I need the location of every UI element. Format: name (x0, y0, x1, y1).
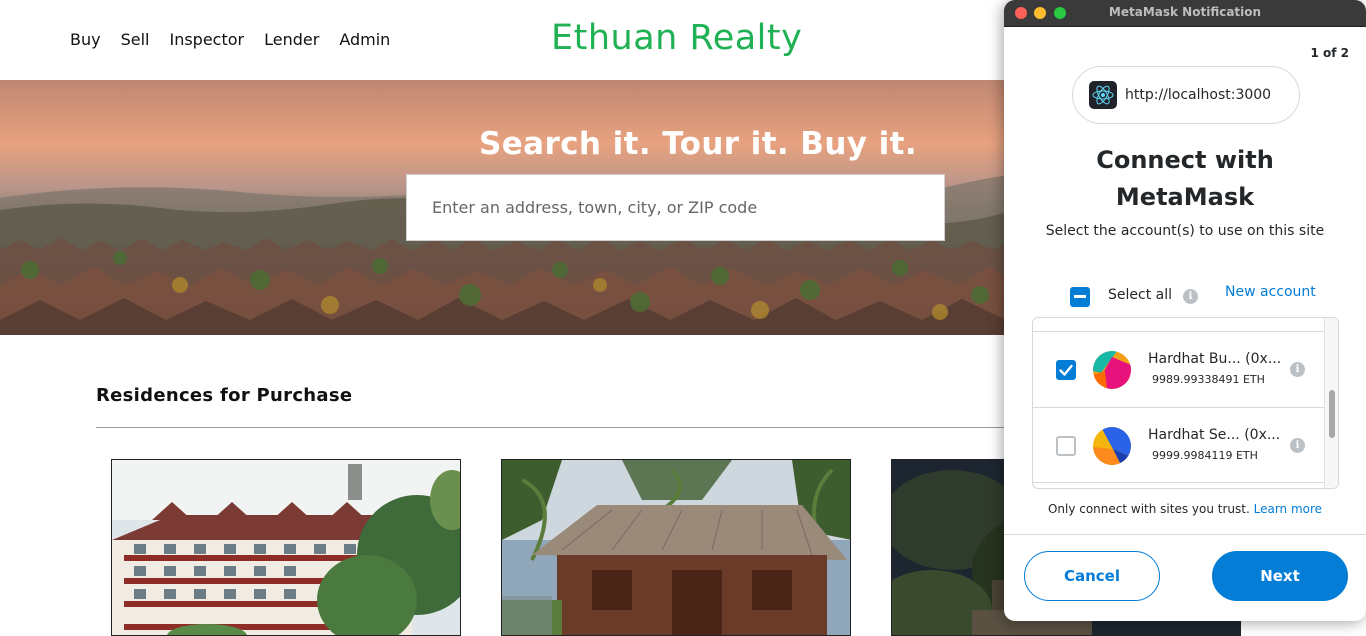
footer-divider (1004, 534, 1366, 535)
connect-heading-line2: MetaMask (1115, 183, 1255, 211)
apartment-building-photo (112, 460, 460, 635)
checkmark-icon (1059, 364, 1073, 376)
page-indicator: 1 of 2 (1310, 46, 1349, 60)
react-atom-icon (1089, 81, 1117, 109)
account-avatar (1093, 351, 1131, 389)
select-all-checkbox[interactable] (1070, 287, 1090, 307)
site-origin-url: http://localhost:3000 (1125, 87, 1272, 103)
info-icon[interactable]: i (1290, 362, 1305, 377)
nav-link-inspector[interactable]: Inspector (169, 30, 244, 49)
connect-subtitle: Select the account(s) to use on this sit… (1045, 223, 1325, 239)
section-divider (96, 427, 1056, 428)
scrollbar-thumb[interactable] (1329, 390, 1335, 438)
account-checkbox-unchecked[interactable] (1056, 436, 1076, 456)
listing-card[interactable] (501, 459, 851, 636)
account-avatar (1093, 427, 1131, 465)
learn-more-link[interactable]: Learn more (1254, 502, 1322, 516)
main-nav: Buy Sell Inspector Lender Admin (70, 30, 390, 49)
info-icon[interactable]: i (1183, 289, 1198, 304)
thatched-hut-photo (502, 460, 850, 635)
account-name: Hardhat Bu... (0x... (1148, 351, 1282, 367)
account-balance: 9999.9984119 ETH (1152, 449, 1258, 462)
nav-link-lender[interactable]: Lender (264, 30, 319, 49)
site-origin-pill: http://localhost:3000 (1072, 66, 1300, 124)
brand-logo-text[interactable]: Ethuan Realty (551, 18, 802, 58)
account-name: Hardhat Se... (0x... (1148, 427, 1281, 443)
hero-title: Search it. Tour it. Buy it. (479, 126, 918, 162)
cancel-button[interactable]: Cancel (1024, 551, 1160, 601)
account-list-scrollbar[interactable] (1324, 318, 1338, 488)
window-titlebar: MetaMask Notification (1004, 0, 1366, 27)
new-account-link[interactable]: New account (1225, 284, 1316, 300)
select-all-label: Select all (1108, 287, 1172, 303)
connect-heading: Connect with MetaMask (1004, 142, 1366, 216)
nav-link-buy[interactable]: Buy (70, 30, 101, 49)
metamask-window: MetaMask Notification 1 of 2 http://loca… (1004, 0, 1366, 621)
listings-section-title: Residences for Purchase (96, 385, 353, 406)
account-row[interactable]: Hardhat Se... (0x... 9999.9984119 ETH i (1033, 407, 1325, 483)
connect-heading-line1: Connect with (1096, 146, 1274, 174)
trust-notice-text: Only connect with sites you trust. (1047, 502, 1250, 516)
nav-link-admin[interactable]: Admin (339, 30, 390, 49)
next-button[interactable]: Next (1212, 551, 1348, 601)
account-list: Hardhat Bu... (0x... 9989.99338491 ETH i… (1032, 317, 1339, 489)
window-title: MetaMask Notification (1108, 5, 1262, 19)
account-checkbox-checked[interactable] (1056, 360, 1076, 380)
nav-link-sell[interactable]: Sell (121, 30, 150, 49)
account-row[interactable]: Hardhat Bu... (0x... 9989.99338491 ETH i (1033, 331, 1325, 407)
account-balance: 9989.99338491 ETH (1152, 373, 1265, 386)
address-search-input[interactable] (406, 174, 945, 241)
info-icon[interactable]: i (1290, 438, 1305, 453)
trust-notice: Only connect with sites you trust. Learn… (1004, 502, 1366, 516)
listing-card[interactable] (111, 459, 461, 636)
